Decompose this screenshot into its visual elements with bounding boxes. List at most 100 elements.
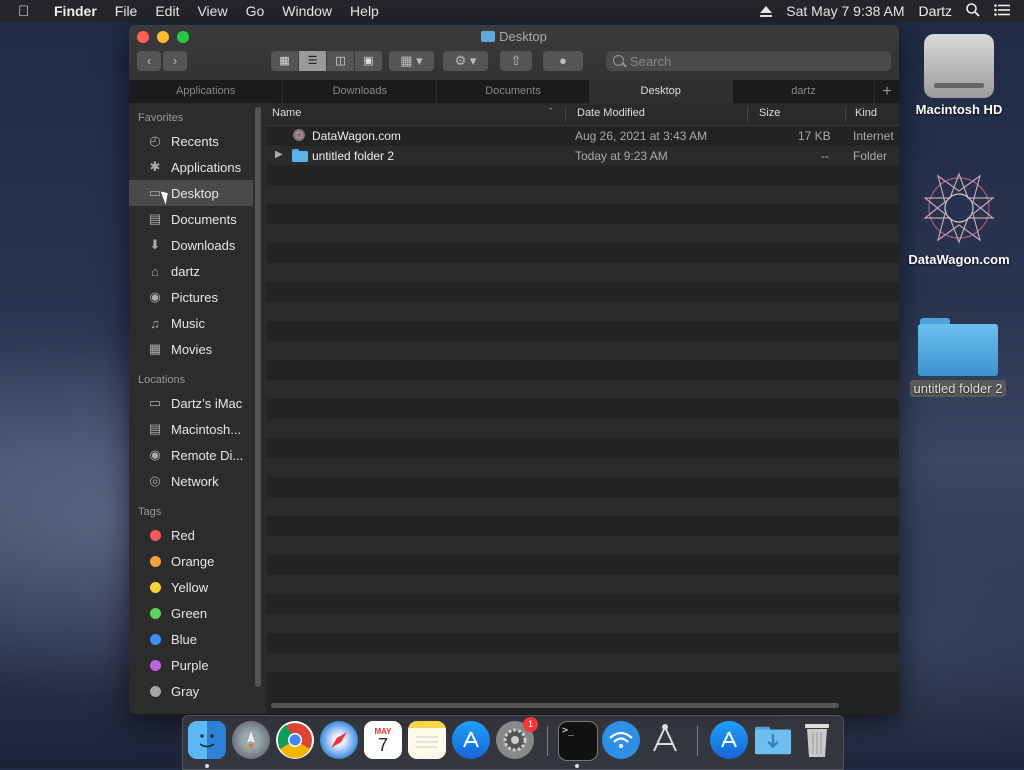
apple-menu-icon[interactable]:  bbox=[18, 3, 38, 20]
downloads-folder-icon[interactable] bbox=[754, 721, 792, 759]
column-name[interactable]: Name bbox=[272, 107, 301, 119]
tag-dot-icon bbox=[146, 527, 164, 543]
sidebar-item-label: Pictures bbox=[171, 289, 218, 305]
forward-button[interactable]: › bbox=[163, 51, 187, 71]
directory-utility-icon[interactable] bbox=[646, 721, 684, 759]
sidebar-scrollbar[interactable] bbox=[255, 107, 261, 687]
finder-icon[interactable] bbox=[188, 721, 226, 759]
system-preferences-icon[interactable]: 1 bbox=[496, 717, 538, 759]
column-size[interactable]: Size bbox=[759, 107, 780, 119]
file-size: 17 KB bbox=[798, 129, 831, 143]
sidebar-item-label: Applications bbox=[171, 159, 242, 175]
sidebar-item-label: Recents bbox=[171, 133, 219, 149]
tab-downloads[interactable]: Downloads bbox=[283, 80, 438, 103]
safari-icon[interactable] bbox=[320, 721, 358, 759]
tags-button[interactable]: ● bbox=[543, 51, 583, 71]
column-view-icon[interactable]: ◫ bbox=[327, 51, 355, 71]
back-button[interactable]: ‹ bbox=[137, 51, 161, 71]
sidebar-item-applications[interactable]: ✱ Applications bbox=[129, 154, 253, 180]
table-row[interactable]: DataWagon.com Aug 26, 2021 at 3:43 AM 17… bbox=[266, 126, 899, 146]
menu-edit[interactable]: Edit bbox=[155, 3, 179, 19]
disclosure-triangle-icon[interactable]: ▶ bbox=[275, 149, 283, 160]
sidebar-tag-green[interactable]: Green bbox=[129, 600, 253, 626]
file-list: Name ˆ Date Modified Size Kind DataWagon… bbox=[266, 103, 899, 714]
desktop-item-untitled-folder[interactable]: untitled folder 2 bbox=[902, 318, 1014, 397]
sidebar-item-pictures[interactable]: ◉ Pictures bbox=[129, 284, 253, 310]
sidebar-item-downloads[interactable]: ⬇ Downloads bbox=[129, 232, 253, 258]
menu-finder[interactable]: Finder bbox=[54, 3, 97, 19]
sidebar-item-desktop[interactable]: ▭ Desktop bbox=[129, 180, 253, 206]
trash-icon[interactable] bbox=[798, 721, 836, 759]
desktop-item-datawagon[interactable]: DataWagon.com bbox=[900, 168, 1018, 267]
folder-icon bbox=[292, 148, 308, 165]
sidebar-item-label: Macintosh... bbox=[171, 421, 242, 437]
sort-chevron-icon[interactable]: ˆ bbox=[549, 107, 553, 119]
search-field[interactable]: Search bbox=[606, 51, 891, 71]
sidebar-tag-red[interactable]: Red bbox=[129, 522, 253, 548]
notification-center-icon[interactable] bbox=[994, 3, 1010, 19]
table-row[interactable]: ▶ untitled folder 2 Today at 9:23 AM -- … bbox=[266, 145, 899, 165]
sidebar-heading-favorites: Favorites bbox=[138, 112, 184, 124]
sidebar-item-label: Green bbox=[171, 605, 208, 621]
sidebar-item-movies[interactable]: ▦ Movies bbox=[129, 336, 253, 362]
sidebar-item-documents[interactable]: ▤ Documents bbox=[129, 206, 253, 232]
tab-desktop[interactable]: Desktop bbox=[589, 80, 733, 103]
notes-icon[interactable] bbox=[408, 721, 446, 759]
download-icon: ⬇ bbox=[149, 237, 161, 252]
sidebar-tag-gray[interactable]: Gray bbox=[129, 678, 253, 704]
chrome-icon[interactable] bbox=[276, 721, 314, 759]
icon-view-icon[interactable]: ▦ bbox=[271, 51, 299, 71]
calendar-icon[interactable]: MAY 7 bbox=[364, 721, 402, 759]
tag-dot-icon bbox=[146, 631, 164, 647]
sidebar-heading-locations: Locations bbox=[138, 374, 186, 386]
share-button[interactable]: ⇧ bbox=[500, 51, 532, 71]
menu-view[interactable]: View bbox=[197, 3, 227, 19]
menu-go[interactable]: Go bbox=[246, 3, 265, 19]
tab-applications[interactable]: Applications bbox=[129, 80, 284, 103]
sidebar-item-network[interactable]: ◎ Network bbox=[129, 468, 253, 494]
search-icon bbox=[613, 55, 624, 66]
window-toolbar: Desktop ‹ › ▦ ☰ ◫ ▣ ▦ ▾ ⚙ ▾ ⇧ ● Search bbox=[129, 25, 899, 80]
sidebar-item-label: dartz bbox=[171, 263, 200, 279]
menu-help[interactable]: Help bbox=[350, 3, 379, 19]
applications-folder-icon[interactable] bbox=[710, 721, 748, 759]
menu-file[interactable]: File bbox=[115, 3, 138, 19]
film-icon: ▦ bbox=[148, 341, 162, 356]
group-by-button[interactable]: ▦ ▾ bbox=[389, 51, 434, 71]
sidebar-tag-purple[interactable]: Purple bbox=[129, 652, 253, 678]
app-store-icon[interactable] bbox=[452, 721, 490, 759]
gallery-view-icon[interactable]: ▣ bbox=[355, 51, 383, 71]
sidebar-item-macintosh-hd[interactable]: ▤ Macintosh... bbox=[129, 416, 253, 442]
wifi-utility-icon[interactable] bbox=[602, 721, 640, 759]
action-gear-button[interactable]: ⚙ ▾ bbox=[443, 51, 488, 71]
file-date: Today at 9:23 AM bbox=[575, 148, 668, 163]
menu-window[interactable]: Window bbox=[282, 3, 332, 19]
menubar-clock[interactable]: Sat May 7 9:38 AM bbox=[786, 3, 904, 19]
desktop-item-macintosh-hd[interactable]: Macintosh HD bbox=[905, 34, 1013, 117]
sidebar-heading-tags: Tags bbox=[138, 506, 162, 518]
sidebar-tag-blue[interactable]: Blue bbox=[129, 626, 253, 652]
terminal-icon[interactable]: >_ bbox=[558, 721, 598, 761]
sidebar-tag-yellow[interactable]: Yellow bbox=[129, 574, 253, 600]
sidebar-item-imac[interactable]: ▭ Dartz’s iMac bbox=[129, 390, 253, 416]
column-date-modified[interactable]: Date Modified bbox=[577, 107, 645, 119]
sidebar-item-music[interactable]: ♫ Music bbox=[129, 310, 253, 336]
column-kind[interactable]: Kind bbox=[855, 107, 877, 119]
spotlight-search-icon[interactable] bbox=[966, 2, 980, 20]
sidebar-item-recents[interactable]: ◴ Recents bbox=[129, 128, 253, 154]
sidebar-item-remote-disc[interactable]: ◉ Remote Di... bbox=[129, 442, 253, 468]
horizontal-scrollbar[interactable] bbox=[271, 703, 839, 708]
sidebar-item-label: Red bbox=[171, 527, 195, 543]
tab-bar: Applications Downloads Documents Desktop… bbox=[129, 80, 899, 103]
document-icon: ▤ bbox=[148, 211, 162, 226]
tab-documents[interactable]: Documents bbox=[437, 80, 590, 103]
sidebar-tag-orange[interactable]: Orange bbox=[129, 548, 253, 574]
hard-drive-icon bbox=[924, 34, 994, 98]
launchpad-icon[interactable] bbox=[232, 721, 270, 759]
eject-icon[interactable] bbox=[760, 5, 773, 17]
new-tab-button[interactable]: + bbox=[875, 80, 899, 103]
list-view-icon[interactable]: ☰ bbox=[299, 51, 327, 71]
menubar-user[interactable]: Dartz bbox=[919, 3, 952, 19]
tab-dartz[interactable]: dartz bbox=[733, 80, 876, 103]
sidebar-item-dartz[interactable]: ⌂ dartz bbox=[129, 258, 253, 284]
